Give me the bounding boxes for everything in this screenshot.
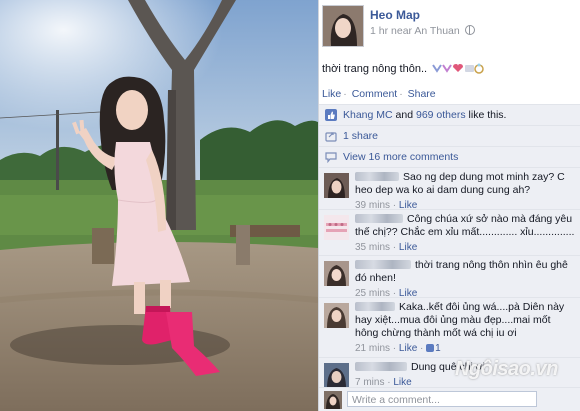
avatar-image [324,173,349,198]
commenter-avatar[interactable] [324,261,349,286]
comment-link[interactable]: Comment [352,88,398,100]
commenter-avatar[interactable] [324,303,349,328]
thumbs-up-icon [325,109,337,121]
post-text-content: thời trang nông thôn.. [322,63,428,75]
photo-illustration [0,0,318,411]
commenter-avatar[interactable] [324,173,349,198]
commenter-name-blurred[interactable] [355,172,399,181]
shares-link[interactable]: 1 share [343,130,378,142]
comment-meta: 35 mins · Like [355,242,418,253]
view-more-comments-link[interactable]: View 16 more comments [343,151,458,163]
like-link[interactable]: Like [322,88,341,100]
post-photo[interactable] [0,0,318,411]
avatar-image [324,303,349,328]
author-avatar[interactable] [322,5,364,47]
comment-like-link[interactable]: Like [399,343,417,354]
commenter-name-blurred[interactable] [355,214,403,223]
post-text: thời trang nông thôn.. [322,62,484,75]
facebook-post-panel: Heo Map 1 hr near An Thuan thời trang nô… [318,0,580,411]
comment-body: Sao ng dep dung mot minh zay? C heo dep … [355,171,575,212]
write-comment-bar: Write a comment... [319,387,580,411]
author-name[interactable]: Heo Map [370,8,420,22]
avatar-image [324,261,349,286]
globe-icon [464,25,475,35]
screenshot: Heo Map 1 hr near An Thuan thời trang nô… [0,0,580,411]
share-link[interactable]: Share [408,88,436,100]
liker-name[interactable]: Khang MC [343,109,393,121]
comment-input[interactable]: Write a comment... [347,391,537,407]
current-user-avatar [324,391,342,409]
post-meta: 1 hr near An Thuan [370,25,475,37]
comment-item: Sao ng dep dung mot minh zay? C heo dep … [319,167,580,212]
avatar-image [324,363,349,388]
comment-like-link[interactable]: Like [399,242,417,253]
comment-body: Kaka..kết đôi ủng wá....pà Diên này hay … [355,301,575,355]
comment-like-count[interactable]: 1 [435,343,441,354]
thumbs-up-icon [426,344,435,352]
avatar-image [324,391,342,409]
likes-summary: Khang MC and 969 others like this. [343,109,507,121]
comment-item: thời trang nông thôn nhìn êu ghê đó nhen… [319,255,580,300]
avatar-image [323,6,363,46]
share-icon [325,132,337,142]
emoji-stickers-icon [432,63,484,74]
avatar-image [324,215,349,240]
comment-body: Công chúa xứ sở nào mà đáng yêu thế chị?… [355,213,575,254]
commenter-name-blurred[interactable] [355,260,411,269]
comment-text: Dung quê chị ơi [411,361,486,373]
comment-item: Kaka..kết đôi ủng wá....pà Diên này hay … [319,297,580,358]
comments-list: Sao ng dep dung mot minh zay? C heo dep … [319,167,580,388]
post-header: Heo Map 1 hr near An Thuan [322,5,577,49]
comment-time[interactable]: 35 mins [355,242,390,253]
comment-time[interactable]: 21 mins [355,343,390,354]
commenter-avatar[interactable] [324,363,349,388]
comment-meta: 21 mins · Like · 1 [355,343,441,354]
commenter-name-blurred[interactable] [355,362,407,371]
comment-item: Công chúa xứ sở nào mà đáng yêu thế chị?… [319,209,580,256]
comment-bubble-icon [325,152,337,163]
post-time[interactable]: 1 hr near An Thuan [370,25,460,37]
shares-row: 1 share [319,125,580,146]
comment-item: Dung quê chị ơi 7 mins · Like [319,357,580,388]
comment-body: Dung quê chị ơi 7 mins · Like [355,361,575,389]
likes-others-link[interactable]: 969 others [416,109,466,121]
post-actions: Like · Comment · Share [322,88,436,100]
view-comments-row: View 16 more comments [319,146,580,167]
likes-row: Khang MC and 969 others like this. [319,104,580,125]
commenter-name-blurred[interactable] [355,302,395,311]
commenter-avatar[interactable] [324,215,349,240]
comment-body: thời trang nông thôn nhìn êu ghê đó nhen… [355,259,575,300]
